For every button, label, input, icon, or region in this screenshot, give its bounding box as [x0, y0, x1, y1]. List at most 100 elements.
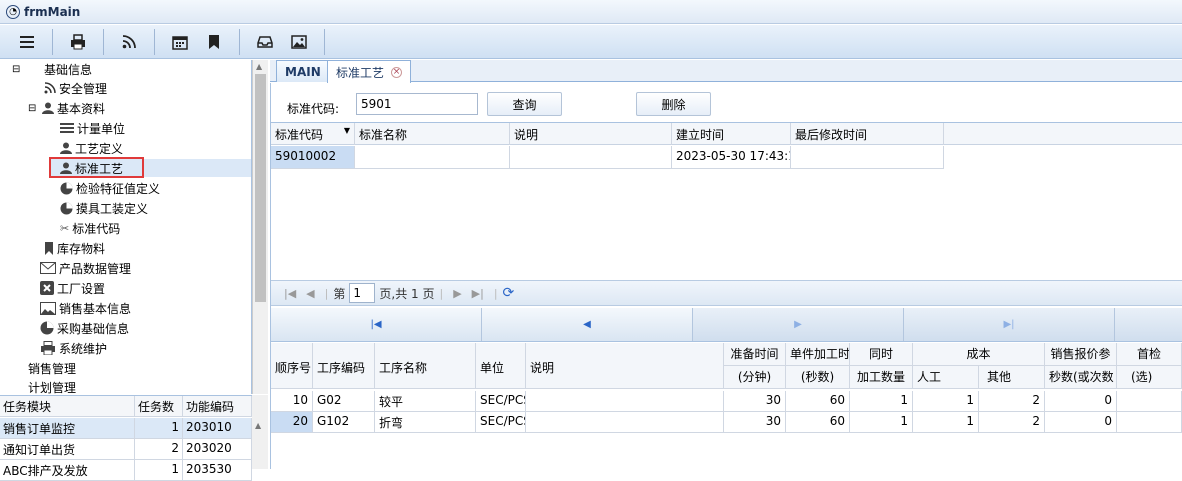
column-header[interactable]: 单件加工时 [786, 343, 850, 366]
tree-node-sales-basic[interactable]: 销售基本信息 [40, 299, 131, 317]
tab-main[interactable]: MAIN [276, 60, 330, 82]
image-icon[interactable] [282, 29, 316, 55]
unit-cell[interactable]: SEC/PCS [476, 412, 526, 433]
column-header[interactable]: 顺序号 [271, 343, 313, 389]
collapse-icon[interactable]: ⊟ [12, 64, 26, 75]
first-record-button[interactable]: |◀ [271, 308, 482, 341]
query-button[interactable]: 查询 [487, 92, 562, 116]
tree-scrollbar[interactable]: ▲ [252, 60, 268, 394]
sequence-cell[interactable]: 10 [271, 391, 313, 412]
process-code-cell[interactable]: G102 [313, 412, 375, 433]
description-cell[interactable] [526, 412, 724, 433]
tab-standard-process[interactable]: 标准工艺 × [327, 60, 412, 83]
scroll-up-icon[interactable]: ▲ [256, 62, 262, 71]
calendar-icon[interactable] [163, 29, 197, 55]
column-header[interactable]: 销售报价参 [1045, 343, 1117, 366]
tree-node-units[interactable]: 计量单位 [60, 119, 125, 137]
tree-node-label: 标准代码 [72, 221, 121, 236]
batch-qty-cell[interactable]: 1 [850, 391, 913, 412]
column-header[interactable]: 成本 [913, 343, 1045, 366]
prep-time-cell[interactable]: 30 [724, 412, 786, 433]
quote-param-cell[interactable]: 0 [1045, 391, 1117, 412]
tree-node-inspection[interactable]: 检验特征值定义 [60, 179, 160, 197]
unit-time-cell[interactable]: 60 [786, 391, 850, 412]
delete-button[interactable]: 删除 [636, 92, 711, 116]
other-cost-cell[interactable]: 2 [979, 412, 1045, 433]
next-record-button[interactable]: ▶ [693, 308, 904, 341]
first-page-icon[interactable]: |◀ [284, 287, 296, 300]
tree-node-factory[interactable]: 工厂设置 [40, 279, 105, 297]
next-page-icon[interactable]: ▶ [453, 287, 461, 300]
menu-icon[interactable] [10, 29, 44, 55]
column-header[interactable]: 标准名称 [355, 123, 510, 145]
column-header[interactable]: 标准代码 ▼ [271, 123, 355, 145]
first-inspect-cell[interactable] [1117, 391, 1182, 412]
column-header[interactable]: 建立时间 [672, 123, 791, 145]
refresh-icon[interactable]: ⟳ [503, 285, 515, 301]
tree-node-label: 库存物料 [57, 241, 106, 256]
scroll-thumb[interactable] [255, 74, 266, 302]
prev-record-icon: ◀ [583, 319, 591, 330]
process-code-cell[interactable]: G02 [313, 391, 375, 412]
tree-node-inventory[interactable]: 库存物料 [44, 239, 105, 257]
batch-qty-cell[interactable]: 1 [850, 412, 913, 433]
column-header[interactable]: 同时 [850, 343, 913, 366]
table-row[interactable]: 通知订单出货 2 203020 [0, 439, 252, 460]
page-number-input[interactable]: 1 [349, 283, 376, 303]
tree-node-standard-code[interactable]: ✂ 标准代码 [60, 219, 120, 237]
last-page-icon[interactable]: ▶| [472, 287, 484, 300]
table-row[interactable]: 销售订单监控 1 203010 [0, 418, 252, 439]
prep-time-cell[interactable]: 30 [724, 391, 786, 412]
column-header[interactable]: 功能编码 [183, 396, 252, 417]
column-header[interactable]: 单位 [476, 343, 526, 389]
print-icon[interactable] [61, 29, 95, 55]
prev-record-button[interactable]: ◀ [482, 308, 693, 341]
modified-time-cell [791, 146, 944, 168]
tree-node-plan-mgmt[interactable]: 计划管理 [28, 378, 76, 395]
sequence-cell[interactable]: 20 [271, 412, 313, 433]
table-row[interactable]: ABC排产及发放 1 203530 [0, 460, 252, 481]
tree-node-tooling[interactable]: 摸具工装定义 [60, 199, 148, 217]
labor-cost-cell[interactable]: 1 [913, 412, 979, 433]
collapse-icon[interactable]: ⊟ [28, 103, 42, 114]
tree-node-process-def[interactable]: 工艺定义 [60, 139, 123, 157]
quote-param-cell[interactable]: 0 [1045, 412, 1117, 433]
tree-node-product-data[interactable]: 产品数据管理 [40, 259, 131, 277]
prev-page-icon[interactable]: ◀ [306, 287, 314, 300]
list-icon [60, 123, 74, 133]
table-row[interactable]: 59010002 2023-05-30 17:43:1 [271, 146, 944, 169]
column-header[interactable]: 工序编码 [313, 343, 375, 389]
last-record-button[interactable]: ▶| [904, 308, 1115, 341]
tree-node-security[interactable]: 安全管理 [44, 79, 107, 97]
first-inspect-cell[interactable] [1117, 412, 1182, 433]
sort-down-icon[interactable]: ▼ [344, 126, 350, 142]
column-header[interactable]: 说明 [510, 123, 672, 145]
column-header[interactable]: 准备时间 [724, 343, 786, 366]
unit-cell[interactable]: SEC/PCS [476, 391, 526, 412]
column-header[interactable]: 说明 [526, 343, 724, 389]
tree-node-system[interactable]: 系统维护 [40, 339, 107, 357]
tree-node-purchase-basic[interactable]: 采购基础信息 [40, 319, 129, 337]
inbox-icon[interactable] [248, 29, 282, 55]
description-cell[interactable] [526, 391, 724, 412]
code-input[interactable]: 5901 [356, 93, 478, 115]
tree-node-sales-mgmt[interactable]: 销售管理 [28, 359, 76, 377]
task-grid-header: 任务模块 任务数 功能编码 [0, 396, 252, 417]
task-grid-scrollbar[interactable]: ▲ [252, 395, 268, 469]
labor-cost-cell[interactable]: 1 [913, 391, 979, 412]
tree-node-basic-info[interactable]: ⊟ 基础信息 [12, 60, 92, 78]
rss-icon[interactable] [112, 29, 146, 55]
close-icon[interactable]: × [391, 66, 403, 78]
column-header[interactable]: 工序名称 [375, 343, 476, 389]
scroll-up-icon[interactable]: ▲ [255, 421, 261, 430]
column-header[interactable]: 最后修改时间 [791, 123, 944, 145]
tree-node-basic-data[interactable]: ⊟ 基本资料 [28, 99, 105, 117]
process-name-cell[interactable]: 较平 [375, 391, 476, 412]
column-header[interactable]: 首检 [1117, 343, 1182, 366]
other-cost-cell[interactable]: 2 [979, 391, 1045, 412]
bookmark-icon[interactable] [197, 29, 231, 55]
process-name-cell[interactable]: 折弯 [375, 412, 476, 433]
column-header[interactable]: 任务模块 [0, 396, 135, 417]
column-header[interactable]: 任务数 [135, 396, 183, 417]
unit-time-cell[interactable]: 60 [786, 412, 850, 433]
